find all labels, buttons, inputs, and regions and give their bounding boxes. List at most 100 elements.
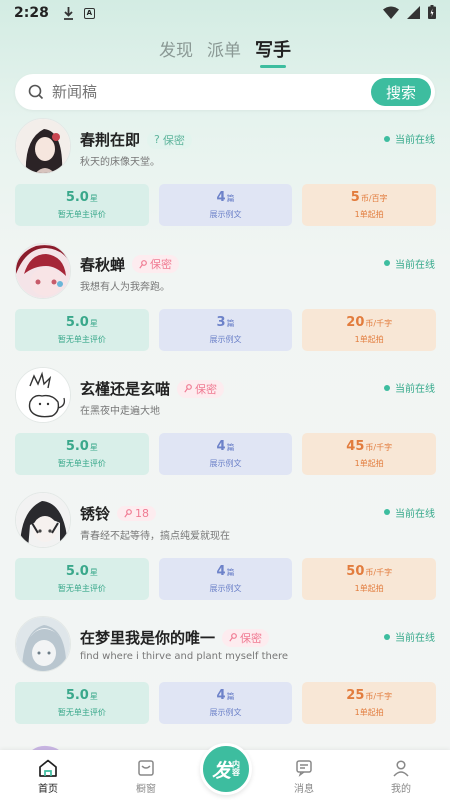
writer-name[interactable]: 锈铃 [80, 503, 110, 524]
search-button[interactable]: 搜索 [371, 78, 431, 106]
writer-card[interactable]: 锈铃 18 青春经不起等待，搞点纯爱就现在 当前在线 5.0星 暂无单主评价 4… [0, 491, 450, 617]
gender-badge: ? 保密 [147, 130, 192, 149]
online-status: 当前在线 [384, 505, 435, 520]
avatar[interactable] [15, 367, 71, 423]
nav-messages-label: 消息 [294, 784, 314, 795]
avatar[interactable] [15, 491, 71, 548]
samples-box[interactable]: 4篇 展示例文 [158, 557, 293, 600]
gender-badge: 保密 [132, 255, 180, 273]
gender-badge: 18 [117, 505, 157, 521]
rating-value: 5.0 [65, 439, 89, 454]
writer-stats: 5.0星 暂无单主评价 3篇 展示例文 20币/千字 1单起拍 [15, 308, 437, 351]
price-value: 45 [346, 439, 365, 454]
tab-writers[interactable]: 写手 [255, 36, 291, 68]
price-box[interactable]: 45币/千字 1单起拍 [302, 433, 437, 475]
avatar[interactable] [15, 242, 71, 299]
rating-box[interactable]: 5.0星 暂无单主评价 [15, 557, 149, 600]
nav-showcase[interactable]: 橱窗 [116, 759, 176, 795]
badge-text: 保密 [150, 258, 173, 271]
top-tabs: 发现 派单 写手 [0, 36, 450, 68]
rating-value: 5.0 [65, 314, 89, 330]
home-icon [39, 759, 57, 777]
download-icon [63, 6, 73, 20]
status-time: 2:28 [14, 5, 49, 21]
online-dot-icon [384, 135, 390, 142]
samples-unit: 篇 [226, 318, 235, 328]
online-dot-icon [384, 384, 390, 391]
online-text: 当前在线 [395, 135, 435, 146]
tab-orders[interactable]: 派单 [207, 36, 241, 68]
rating-value: 5.0 [65, 688, 89, 703]
female-icon [124, 508, 132, 518]
samples-box[interactable]: 3篇 展示例文 [158, 308, 293, 351]
showcase-icon [138, 760, 154, 776]
rating-box[interactable]: 5.0星 暂无单主评价 [15, 184, 149, 226]
samples-box[interactable]: 4篇 展示例文 [158, 682, 293, 724]
rating-box[interactable]: 5.0星 暂无单主评价 [15, 682, 149, 724]
nav-home[interactable]: 首页 [18, 759, 78, 795]
rating-box[interactable]: 5.0星 暂无单主评价 [15, 308, 149, 351]
writer-card[interactable]: 在梦里我是你的唯一 保密 find where i thirve and pla… [0, 616, 450, 741]
online-dot-icon [384, 633, 390, 640]
search-bar: 搜索 [15, 74, 435, 110]
avatar[interactable] [15, 118, 71, 174]
avatar[interactable] [15, 616, 71, 672]
price-box[interactable]: 25币/千字 1单起拍 [302, 682, 437, 724]
price-label: 1单起拍 [354, 210, 384, 219]
online-status: 当前在线 [384, 380, 435, 395]
samples-box[interactable]: 4篇 展示例文 [158, 433, 293, 475]
battery-icon [428, 5, 436, 19]
status-bar: 2:28 A [0, 0, 450, 26]
rating-label: 暂无单主评价 [57, 459, 106, 468]
writer-card[interactable]: 玄槿还是玄喵 保密 在黑夜中走遍大地 当前在线 5.0星 暂无单主评价 4篇 展… [0, 367, 450, 492]
question-icon: ? [154, 133, 160, 146]
online-status: 当前在线 [384, 256, 435, 271]
writer-bio: 在黑夜中走遍大地 [80, 406, 160, 417]
writer-name[interactable]: 在梦里我是你的唯一 [80, 627, 215, 648]
price-box[interactable]: 50币/千字 1单起拍 [302, 557, 437, 600]
samples-value: 3 [216, 314, 226, 330]
price-box[interactable]: 5币/百字 1单起拍 [302, 184, 437, 226]
nav-profile[interactable]: 我的 [371, 759, 431, 795]
badge-text: 18 [135, 506, 150, 520]
nav-messages[interactable]: 消息 [274, 759, 334, 795]
rating-unit: 星 [89, 692, 98, 701]
rating-box[interactable]: 5.0星 暂无单主评价 [15, 433, 149, 475]
samples-value: 4 [216, 439, 226, 454]
rating-label: 暂无单主评价 [57, 334, 106, 344]
samples-box[interactable]: 4篇 展示例文 [158, 184, 293, 226]
price-label: 1单起拍 [354, 334, 384, 344]
writer-name[interactable]: 春秋蝉 [80, 254, 125, 275]
profile-icon [393, 760, 409, 777]
tab-discover[interactable]: 发现 [159, 36, 193, 68]
nav-home-label: 首页 [38, 784, 58, 795]
nav-profile-label: 我的 [391, 784, 411, 795]
nav-showcase-label: 橱窗 [136, 784, 156, 795]
badge-text: 保密 [162, 133, 185, 147]
avatar[interactable] [15, 740, 71, 750]
online-status: 当前在线 [384, 131, 435, 146]
samples-unit: 篇 [226, 692, 235, 701]
samples-label: 展示例文 [209, 459, 242, 468]
writer-name[interactable]: 春荆在即 [80, 129, 140, 150]
samples-value: 4 [216, 563, 226, 579]
rating-value: 5.0 [65, 563, 89, 579]
writer-stats: 5.0星 暂无单主评价 4篇 展示例文 50币/千字 1单起拍 [15, 557, 437, 600]
writer-card[interactable]: 春荆在即 ? 保密 秋天的床像天堂。 当前在线 5.0星 暂无单主评价 4篇 展… [0, 118, 450, 243]
writer-name[interactable]: 玄槿还是玄喵 [80, 378, 170, 399]
search-input[interactable] [52, 83, 371, 101]
gender-badge: 保密 [177, 379, 225, 398]
writer-card[interactable]: 春秋蝉 保密 我想有人为我奔跑。 当前在线 5.0星 暂无单主评价 3篇 展示例… [0, 242, 450, 368]
gender-badge: 保密 [222, 628, 270, 647]
writer-stats: 5.0星 暂无单主评价 4篇 展示例文 25币/千字 1单起拍 [15, 682, 437, 724]
price-box[interactable]: 20币/千字 1单起拍 [302, 308, 437, 351]
rating-label: 暂无单主评价 [57, 708, 106, 717]
samples-unit: 篇 [226, 194, 235, 203]
writer-bio: 秋天的床像天堂。 [80, 157, 160, 168]
online-text: 当前在线 [395, 508, 435, 520]
publish-button[interactable]: 发 内 容 [200, 743, 252, 795]
price-label: 1单起拍 [354, 708, 384, 717]
price-unit: 币/百字 [360, 194, 388, 203]
price-value: 20 [346, 314, 365, 330]
rating-unit: 星 [89, 567, 98, 577]
